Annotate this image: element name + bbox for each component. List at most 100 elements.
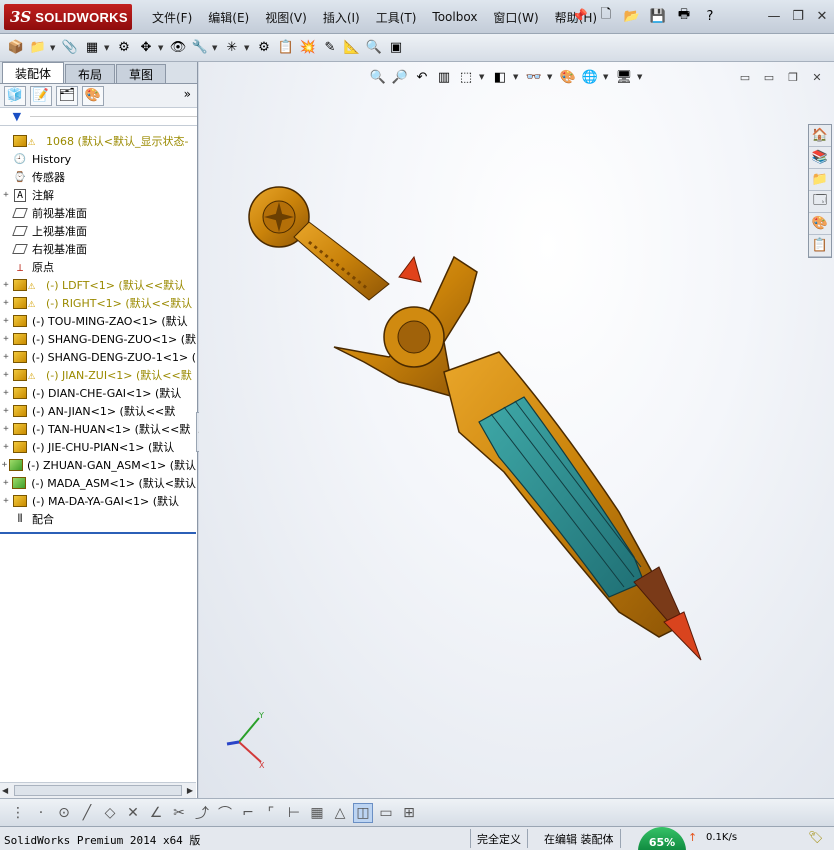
mate-icon[interactable]: 📎 bbox=[60, 38, 80, 58]
zoom-to-area-icon[interactable]: 🔎 bbox=[391, 68, 409, 86]
solidworks-logo[interactable]: 3S SOLIDWORKS bbox=[4, 4, 132, 30]
line-icon[interactable]: ╱ bbox=[77, 803, 97, 823]
expand-icon[interactable]: + bbox=[0, 424, 12, 434]
triangle-icon[interactable]: △ bbox=[330, 803, 350, 823]
design-library-icon[interactable]: 📚 bbox=[809, 147, 831, 169]
usage-badge[interactable]: 65% bbox=[638, 827, 686, 850]
tangent-icon[interactable]: ⌒ bbox=[215, 803, 235, 823]
tree-item[interactable]: ⊥ 原点 bbox=[0, 258, 196, 276]
restore-icon[interactable]: ❐ bbox=[790, 6, 806, 26]
exploded-view-icon[interactable]: 💥 bbox=[298, 38, 318, 58]
previous-view-icon[interactable]: ↶ bbox=[413, 68, 431, 86]
tab-assembly[interactable]: 装配体 bbox=[2, 62, 65, 83]
tab-layout[interactable]: 布局 bbox=[65, 64, 116, 83]
interference-detection-icon[interactable]: 📐 bbox=[342, 38, 362, 58]
tree-filter[interactable]: ▼ bbox=[0, 108, 197, 126]
instant3d-icon[interactable]: ▣ bbox=[386, 38, 406, 58]
tree-item[interactable]: 🕘 History bbox=[0, 150, 196, 168]
file-explorer-icon[interactable]: 📁 bbox=[809, 169, 831, 191]
expand-icon[interactable]: + bbox=[0, 460, 9, 470]
custom-properties-icon[interactable]: 📋 bbox=[809, 235, 831, 257]
expand-icon[interactable]: + bbox=[0, 496, 12, 506]
dropdown-arrow-icon[interactable]: ▼ bbox=[479, 73, 487, 81]
view-orientation-icon[interactable]: ⬚ bbox=[457, 68, 475, 86]
reference-geometry-icon[interactable]: ✳ bbox=[222, 38, 242, 58]
close-icon[interactable]: ✕ bbox=[814, 6, 830, 26]
dropdown-arrow-icon[interactable]: ▼ bbox=[513, 73, 521, 81]
tree-item[interactable]: 右视基准面 bbox=[0, 240, 196, 258]
dropdown-arrow-icon[interactable]: ▼ bbox=[603, 73, 611, 81]
menu-file[interactable]: 文件(F) bbox=[144, 9, 200, 26]
dropdown-arrow-icon[interactable]: ▼ bbox=[637, 73, 645, 81]
explode-line-sketch-icon[interactable]: ✎ bbox=[320, 38, 340, 58]
appearances-icon[interactable]: 🎨 bbox=[809, 213, 831, 235]
zoom-to-fit-icon[interactable]: 🔍 bbox=[369, 68, 387, 86]
open-folder-icon[interactable]: 📂 bbox=[622, 6, 642, 26]
model-3d[interactable] bbox=[239, 182, 709, 682]
dropdown-arrow-icon[interactable]: ▼ bbox=[244, 44, 252, 52]
apply-scene-icon[interactable]: 🌐 bbox=[581, 68, 599, 86]
expand-icon[interactable]: + bbox=[0, 298, 12, 308]
scroll-thumb[interactable] bbox=[14, 785, 182, 796]
menu-window[interactable]: 窗口(W) bbox=[485, 9, 546, 26]
tree-item[interactable]: + (-) JIE-CHU-PIAN<1> (默认 bbox=[0, 438, 196, 456]
new-motion-study-icon[interactable]: ⚙ bbox=[254, 38, 274, 58]
tile-icon[interactable]: ▭ bbox=[738, 70, 752, 84]
assembly-features-icon[interactable]: 🔧 bbox=[190, 38, 210, 58]
display-manager-icon[interactable]: 🎨 bbox=[82, 85, 104, 106]
dashed-corner-icon[interactable]: ⌜ bbox=[261, 803, 281, 823]
feature-manager-icon[interactable]: 🧊 bbox=[4, 85, 26, 106]
linear-pattern-icon[interactable]: ▦ bbox=[82, 38, 102, 58]
pin-icon[interactable]: 📌 bbox=[570, 6, 590, 26]
isometric-view-icon[interactable]: ◫ bbox=[353, 802, 373, 823]
view-settings-icon[interactable]: 🖥 bbox=[615, 68, 633, 86]
graphics-area[interactable]: 🔍 🔎 ↶ ▥ ⬚ ▼ ◧ ▼ 👓 ▼ 🎨 🌐 ▼ 🖥 ▼ ▭ ▭ ❐ ✕ 🏠 📚 📁 🗔… bbox=[199, 62, 834, 798]
view-palette-icon[interactable]: 🗔 bbox=[809, 191, 831, 213]
hide-show-items-icon[interactable]: 👓 bbox=[525, 68, 543, 86]
minimize-icon[interactable]: — bbox=[766, 6, 782, 26]
tree-item[interactable]: + (-) TAN-HUAN<1> (默认<<默 bbox=[0, 420, 196, 438]
tree-item[interactable]: ⌚ 传感器 bbox=[0, 168, 196, 186]
polygon-icon[interactable]: ◇ bbox=[100, 803, 120, 823]
tab-sketch[interactable]: 草图 bbox=[116, 64, 167, 83]
tree-root[interactable]: ⚠ 1068 (默认<默认_显示状态- bbox=[0, 132, 196, 150]
scroll-left-icon[interactable]: ◀ bbox=[2, 786, 8, 795]
expand-icon[interactable]: + bbox=[0, 190, 12, 200]
tree-item[interactable]: + (-) MADA_ASM<1> (默认<默认 bbox=[0, 474, 196, 492]
smart-fasteners-icon[interactable]: ⚙ bbox=[114, 38, 134, 58]
bill-of-materials-icon[interactable]: 📋 bbox=[276, 38, 296, 58]
filter-icon[interactable]: ▼ bbox=[8, 110, 26, 124]
expand-icon[interactable]: + bbox=[0, 370, 12, 380]
tree-item[interactable]: + (-) ZHUAN-GAN_ASM<1> (默认 bbox=[0, 456, 196, 474]
show-hidden-icon[interactable]: 👁 bbox=[168, 38, 188, 58]
tree-item[interactable]: + ⚠ (-) RIGHT<1> (默认<<默认 bbox=[0, 294, 196, 312]
four-view-icon[interactable]: ⊞ bbox=[399, 803, 419, 823]
dimension-icon[interactable]: ⊢ bbox=[284, 803, 304, 823]
display-style-icon[interactable]: ◧ bbox=[491, 68, 509, 86]
trim-icon[interactable]: ✂ bbox=[169, 803, 189, 823]
dropdown-arrow-icon[interactable]: ▼ bbox=[50, 44, 58, 52]
menu-view[interactable]: 视图(V) bbox=[257, 9, 315, 26]
expand-icon[interactable]: + bbox=[0, 316, 12, 326]
section-view-icon[interactable]: ▥ bbox=[435, 68, 453, 86]
angle-icon[interactable]: ∠ bbox=[146, 803, 166, 823]
expand-icon[interactable]: + bbox=[0, 388, 12, 398]
tree-item[interactable]: + (-) DIAN-CHE-GAI<1> (默认 bbox=[0, 384, 196, 402]
save-icon[interactable]: 💾 bbox=[648, 6, 668, 26]
menu-edit[interactable]: 编辑(E) bbox=[200, 9, 257, 26]
minimize-view-icon[interactable]: ▭ bbox=[762, 70, 776, 84]
dropdown-arrow-icon[interactable]: ▼ bbox=[547, 73, 555, 81]
dropdown-arrow-icon[interactable]: ▼ bbox=[104, 44, 112, 52]
move-component-icon[interactable]: ✥ bbox=[136, 38, 156, 58]
expand-icon[interactable]: + bbox=[0, 334, 12, 344]
edit-appearance-icon[interactable]: 🎨 bbox=[559, 68, 577, 86]
tree-item[interactable]: + (-) MA-DA-YA-GAI<1> (默认 bbox=[0, 492, 196, 510]
point-icon[interactable]: · bbox=[31, 803, 51, 823]
horizontal-scrollbar[interactable]: ◀ ▶ bbox=[0, 782, 196, 798]
close-view-icon[interactable]: ✕ bbox=[810, 70, 824, 84]
extend-icon[interactable]: ⤴ bbox=[192, 803, 212, 823]
tag-icon[interactable]: 🏷 bbox=[808, 830, 824, 846]
tree-item[interactable]: + (-) SHANG-DENG-ZUO<1> (默 bbox=[0, 330, 196, 348]
expand-icon[interactable]: + bbox=[0, 442, 12, 452]
expand-arrows-icon[interactable]: » bbox=[184, 87, 191, 101]
